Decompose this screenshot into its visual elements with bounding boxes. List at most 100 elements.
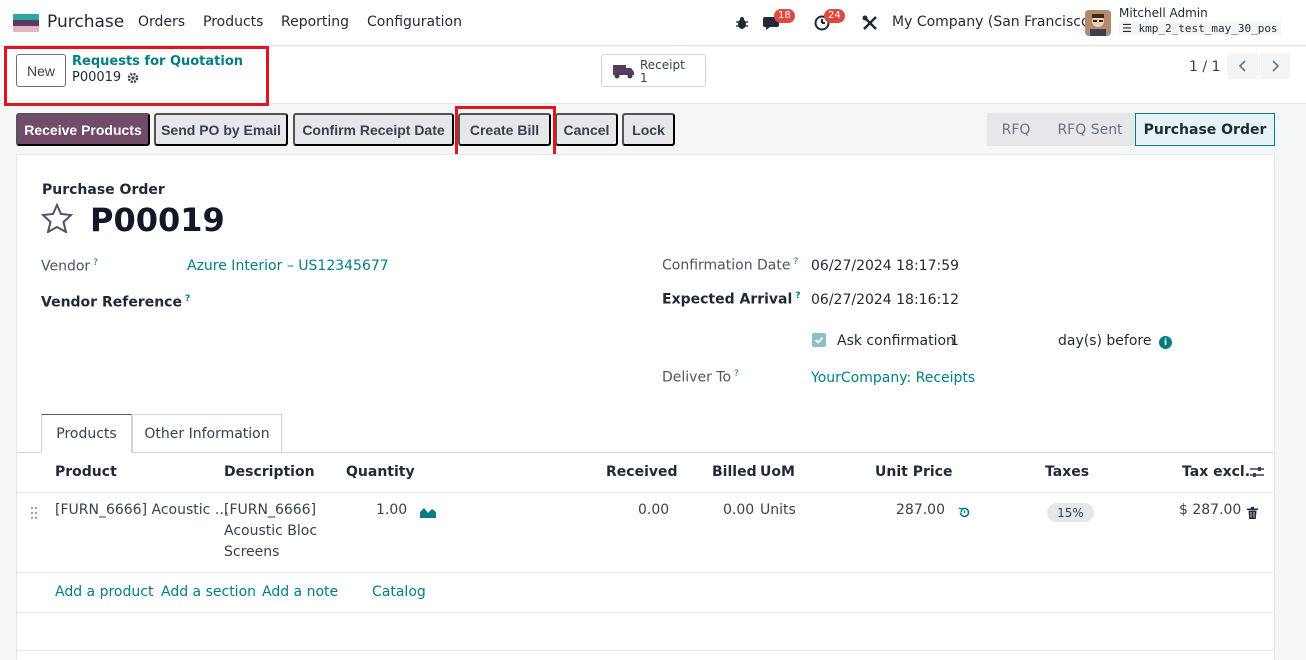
- database-name: ☰ kmp_2_test_may_30_pos: [1119, 22, 1281, 35]
- vendor-label-text: Vendor: [41, 258, 91, 275]
- cell-billed: 0.00: [723, 502, 755, 518]
- cell-description-line3[interactable]: Screens: [224, 542, 279, 563]
- expected-arrival-label-text: Expected Arrival: [662, 291, 793, 308]
- chevron-right-icon: [1271, 60, 1279, 72]
- row-divider: [17, 572, 1274, 573]
- optional-columns-icon[interactable]: [1249, 465, 1265, 479]
- status-bar: RFQ RFQ Sent Purchase Order: [987, 113, 1275, 146]
- column-received[interactable]: Received: [606, 464, 678, 480]
- expected-arrival-help-icon[interactable]: ?: [795, 291, 800, 301]
- trash-icon[interactable]: [1247, 507, 1258, 519]
- column-billed[interactable]: Billed: [712, 464, 757, 480]
- confirmation-date-label-text: Confirmation Date: [662, 257, 791, 274]
- deliver-to-field[interactable]: YourCompany: Receipts: [811, 370, 975, 386]
- receipt-label: Receipt: [640, 58, 685, 72]
- deliver-to-label-text: Deliver To: [662, 369, 732, 386]
- cell-uom[interactable]: Units: [760, 500, 796, 521]
- column-taxes[interactable]: Taxes: [1045, 464, 1089, 480]
- expected-arrival-label: Expected Arrival?: [662, 291, 801, 308]
- star-icon[interactable]: [41, 203, 73, 233]
- pager-next-button[interactable]: [1259, 53, 1290, 79]
- confirmation-date-label: Confirmation Date?: [662, 257, 798, 274]
- checkmark-icon: [814, 336, 824, 344]
- ask-confirmation-days-field[interactable]: 1: [950, 333, 959, 349]
- form-kind-label: Purchase Order: [42, 182, 165, 198]
- tab-products[interactable]: Products: [41, 414, 132, 453]
- tab-other-information[interactable]: Other Information: [132, 414, 282, 453]
- activity-clock-icon[interactable]: 24: [812, 9, 845, 33]
- ask-confirmation-checkbox[interactable]: [812, 333, 826, 347]
- bug-icon[interactable]: [732, 13, 752, 33]
- chevron-left-icon: [1238, 60, 1246, 72]
- lock-button[interactable]: Lock: [622, 113, 675, 146]
- status-purchase-order[interactable]: Purchase Order: [1135, 113, 1275, 146]
- purchase-app-icon[interactable]: [13, 14, 39, 32]
- tax-badge[interactable]: 15%: [1047, 503, 1094, 522]
- top-navbar: Purchase Orders Products Reporting Confi…: [0, 0, 1306, 46]
- activity-badge: 24: [824, 9, 845, 23]
- column-description[interactable]: Description: [224, 464, 315, 480]
- menu-configuration[interactable]: Configuration: [367, 14, 462, 30]
- cell-received: 0.00: [638, 502, 670, 518]
- column-uom[interactable]: UoM: [760, 464, 795, 480]
- days-before-label: day(s) before: [1058, 333, 1152, 349]
- cell-quantity[interactable]: 1.00: [376, 500, 407, 521]
- cell-subtotal: $ 287.00: [1179, 502, 1242, 518]
- confirm-receipt-date-button[interactable]: Confirm Receipt Date: [293, 113, 454, 146]
- truck-icon: [613, 65, 634, 79]
- database-name-text: kmp_2_test_may_30_pos: [1138, 22, 1278, 35]
- receipt-smart-button[interactable]: Receipt 1: [601, 54, 706, 87]
- ask-confirmation-label: Ask confirmation: [837, 333, 955, 349]
- menu-reporting[interactable]: Reporting: [281, 14, 349, 30]
- drag-handle-icon[interactable]: [30, 506, 38, 520]
- deliver-to-help-icon[interactable]: ?: [734, 369, 739, 379]
- record-name: P00019: [90, 201, 225, 239]
- add-note-link[interactable]: Add a note: [262, 584, 338, 600]
- expected-arrival-field[interactable]: 06/27/2024 18:16:12: [811, 292, 959, 308]
- cell-description-line2[interactable]: Acoustic Bloc: [224, 521, 317, 542]
- menu-products[interactable]: Products: [203, 14, 263, 30]
- send-po-email-button[interactable]: Send PO by Email: [154, 113, 288, 146]
- status-rfq-sent[interactable]: RFQ Sent: [1045, 113, 1135, 146]
- pager-previous-button[interactable]: [1227, 53, 1258, 79]
- info-icon[interactable]: i: [1159, 336, 1172, 349]
- vendor-reference-label-text: Vendor Reference: [41, 294, 182, 311]
- bottom-divider: [17, 650, 1274, 651]
- chat-icon[interactable]: 18: [762, 9, 795, 33]
- user-avatar[interactable]: [1085, 10, 1111, 36]
- confirmation-date-help-icon[interactable]: ?: [794, 257, 799, 267]
- column-unit-price[interactable]: Unit Price: [875, 464, 952, 480]
- form-sheet: Purchase Order P00019 Vendor? Azure Inte…: [16, 154, 1275, 660]
- column-tax-excl[interactable]: Tax excl.: [1182, 464, 1250, 480]
- cell-unit-price[interactable]: 287.00: [896, 500, 945, 521]
- column-product[interactable]: Product: [55, 464, 117, 480]
- forecast-chart-icon[interactable]: [420, 506, 436, 518]
- app-name[interactable]: Purchase: [47, 12, 124, 32]
- confirmation-date-field[interactable]: 06/27/2024 18:17:59: [811, 258, 959, 274]
- highlight-box-breadcrumb: [4, 46, 269, 106]
- cell-product[interactable]: [FURN_6666] Acoustic …: [55, 500, 229, 521]
- vendor-help-icon[interactable]: ?: [93, 258, 98, 268]
- deliver-to-label: Deliver To?: [662, 369, 739, 386]
- status-rfq[interactable]: RFQ: [987, 113, 1045, 146]
- company-switcher[interactable]: My Company (San Francisco): [892, 14, 1095, 30]
- cancel-button[interactable]: Cancel: [555, 113, 618, 146]
- vendor-reference-help-icon[interactable]: ?: [185, 294, 190, 304]
- pager-value[interactable]: 1 / 1: [1189, 59, 1220, 75]
- receipt-count: 1: [640, 71, 648, 85]
- history-icon[interactable]: [958, 506, 971, 519]
- tools-icon[interactable]: [860, 13, 880, 33]
- vendor-field[interactable]: Azure Interior – US12345677: [187, 258, 389, 274]
- footer-divider: [17, 612, 1274, 613]
- menu-orders[interactable]: Orders: [138, 14, 185, 30]
- user-name[interactable]: Mitchell Admin: [1119, 6, 1208, 20]
- receive-products-button[interactable]: Receive Products: [16, 113, 150, 146]
- add-section-link[interactable]: Add a section: [161, 584, 256, 600]
- add-product-link[interactable]: Add a product: [55, 584, 153, 600]
- vendor-reference-label: Vendor Reference?: [41, 294, 190, 311]
- catalog-link[interactable]: Catalog: [372, 584, 426, 600]
- column-quantity[interactable]: Quantity: [346, 464, 415, 480]
- vendor-label: Vendor?: [41, 258, 98, 275]
- cell-description-line1[interactable]: [FURN_6666]: [224, 500, 316, 521]
- chat-badge: 18: [774, 9, 795, 23]
